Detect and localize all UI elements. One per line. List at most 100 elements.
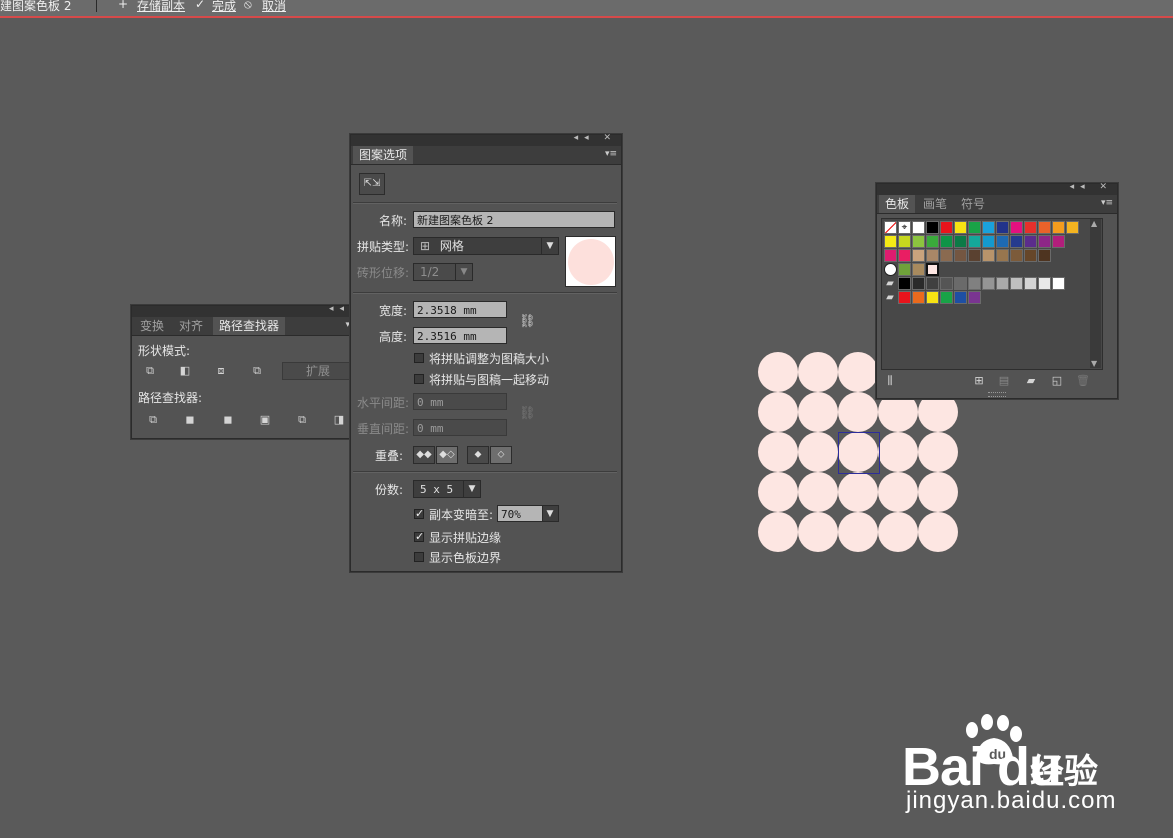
color-swatch[interactable] [926, 249, 939, 262]
crop-icon[interactable]: ▣ [258, 413, 272, 427]
collapse-close-icon[interactable]: ◂◂ ✕ [574, 133, 617, 143]
color-swatch[interactable] [954, 249, 967, 262]
color-swatch[interactable] [954, 221, 967, 234]
color-swatch[interactable] [982, 235, 995, 248]
color-swatch[interactable] [1066, 221, 1079, 234]
collapse-close-icon[interactable]: ◂◂ ✕ [1070, 182, 1113, 192]
color-swatch[interactable] [982, 221, 995, 234]
tab-transform[interactable]: 变换 [134, 317, 170, 335]
color-swatch[interactable] [1024, 221, 1037, 234]
color-swatch[interactable] [1038, 221, 1051, 234]
bottom-in-front-icon[interactable]: ⬦ [490, 446, 512, 464]
link-chain-icon[interactable]: ⛓ [519, 315, 536, 329]
panel-titlebar[interactable]: ◂◂ ✕ [877, 182, 1117, 195]
color-swatch[interactable] [996, 249, 1009, 262]
move-with-art-checkbox[interactable] [414, 374, 424, 384]
scroll-up-icon[interactable]: ▲ [1091, 219, 1097, 228]
color-swatch[interactable] [940, 221, 953, 234]
new-pattern-swatch[interactable] [926, 263, 939, 276]
resize-grip-icon[interactable] [988, 392, 1006, 397]
color-swatch[interactable] [968, 277, 981, 290]
width-input[interactable]: 2.3518 mm [413, 301, 507, 318]
color-swatch[interactable] [1052, 221, 1065, 234]
color-swatch[interactable] [926, 221, 939, 234]
color-swatch[interactable] [940, 235, 953, 248]
pattern-tile-tool-icon[interactable]: ⇱⇲ [359, 173, 385, 195]
color-swatch[interactable] [1024, 249, 1037, 262]
swatch-libraries-icon[interactable]: ⫼ [883, 374, 897, 388]
color-swatch[interactable] [940, 249, 953, 262]
color-swatch[interactable] [1038, 277, 1051, 290]
color-swatch[interactable] [926, 235, 939, 248]
tab-pathfinder[interactable]: 路径查找器 [213, 317, 286, 335]
tab-brushes[interactable]: 画笔 [917, 195, 953, 213]
scroll-down-icon[interactable]: ▼ [1091, 359, 1097, 368]
gradient-radial-swatch[interactable] [884, 263, 897, 276]
color-swatch[interactable] [1038, 235, 1051, 248]
show-swatch-bounds-checkbox[interactable] [414, 552, 424, 562]
size-to-art-checkbox[interactable] [414, 353, 424, 363]
color-swatch[interactable] [996, 235, 1009, 248]
name-input[interactable]: 新建图案色板 2 [413, 211, 615, 228]
outline-icon[interactable]: ⧉ [295, 413, 309, 427]
color-swatch[interactable] [898, 249, 911, 262]
color-swatch[interactable] [1024, 277, 1037, 290]
right-in-front-icon[interactable]: ◆◇ [436, 446, 458, 464]
color-swatch[interactable] [912, 221, 925, 234]
tab-symbols[interactable]: 符号 [955, 195, 991, 213]
show-tile-edge-checkbox[interactable]: ✓ [414, 531, 424, 542]
color-swatch[interactable] [1052, 235, 1065, 248]
color-swatch[interactable] [1010, 235, 1023, 248]
color-swatch[interactable] [954, 277, 967, 290]
color-swatch[interactable] [912, 249, 925, 262]
unite-icon[interactable]: ⧉ [143, 364, 157, 378]
new-group-icon[interactable]: ▰ [1024, 374, 1038, 388]
color-swatch[interactable] [926, 291, 939, 304]
dim-copies-input[interactable]: 70% [497, 505, 543, 522]
panel-menu-icon[interactable]: ▾≡ [1101, 198, 1113, 208]
color-swatch[interactable] [954, 235, 967, 248]
pattern-swatch-1[interactable] [898, 263, 911, 276]
color-swatch[interactable] [1052, 277, 1065, 290]
color-swatch[interactable] [912, 291, 925, 304]
color-swatch[interactable] [912, 235, 925, 248]
tab-align[interactable]: 对齐 [173, 317, 209, 335]
color-swatch[interactable] [982, 277, 995, 290]
brick-offset-select[interactable]: 1/2 ▼ [413, 263, 473, 281]
left-in-front-icon[interactable]: ◆◆ [413, 446, 435, 464]
trim-icon[interactable]: ◼ [183, 413, 197, 427]
tab-pattern-options[interactable]: 图案选项 [353, 146, 414, 164]
color-swatch[interactable] [940, 277, 953, 290]
tab-swatches[interactable]: 色板 [879, 195, 916, 213]
dim-copies-checkbox[interactable]: ✓ [414, 508, 424, 519]
dim-copies-dropdown[interactable]: ▼ [542, 505, 559, 522]
divide-icon[interactable]: ⧉ [146, 413, 160, 427]
panel-titlebar[interactable]: ◂◂ [132, 304, 354, 317]
panel-titlebar[interactable]: ◂◂ ✕ [351, 133, 621, 146]
expand-button[interactable]: 扩展 [282, 362, 354, 380]
delete-icon[interactable]: 🗑 [1076, 374, 1090, 388]
color-swatch[interactable] [1010, 277, 1023, 290]
pattern-swatch-2[interactable] [912, 263, 925, 276]
merge-icon[interactable]: ◼ [221, 413, 235, 427]
color-swatch[interactable] [898, 235, 911, 248]
show-kinds-icon[interactable]: ⊞ [972, 374, 986, 388]
color-swatch[interactable] [940, 291, 953, 304]
pattern-tile-boundary[interactable] [838, 432, 880, 474]
collapse-icon[interactable]: ◂◂ [329, 304, 350, 314]
color-swatch[interactable] [1010, 221, 1023, 234]
color-swatch[interactable] [926, 277, 939, 290]
color-swatch[interactable] [968, 235, 981, 248]
color-swatch[interactable] [1038, 249, 1051, 262]
color-swatch[interactable] [884, 235, 897, 248]
new-swatch-icon[interactable]: ◱ [1050, 374, 1064, 388]
color-swatch[interactable] [996, 277, 1009, 290]
top-in-front-icon[interactable]: ⬥ [467, 446, 489, 464]
done-button[interactable]: 完成 [212, 0, 236, 14]
color-swatch[interactable] [982, 249, 995, 262]
color-swatch[interactable] [898, 277, 911, 290]
color-swatch[interactable] [898, 291, 911, 304]
color-swatch[interactable] [968, 291, 981, 304]
color-swatch[interactable] [954, 291, 967, 304]
tile-type-select[interactable]: ⊞ 网格 ▼ [413, 237, 559, 255]
